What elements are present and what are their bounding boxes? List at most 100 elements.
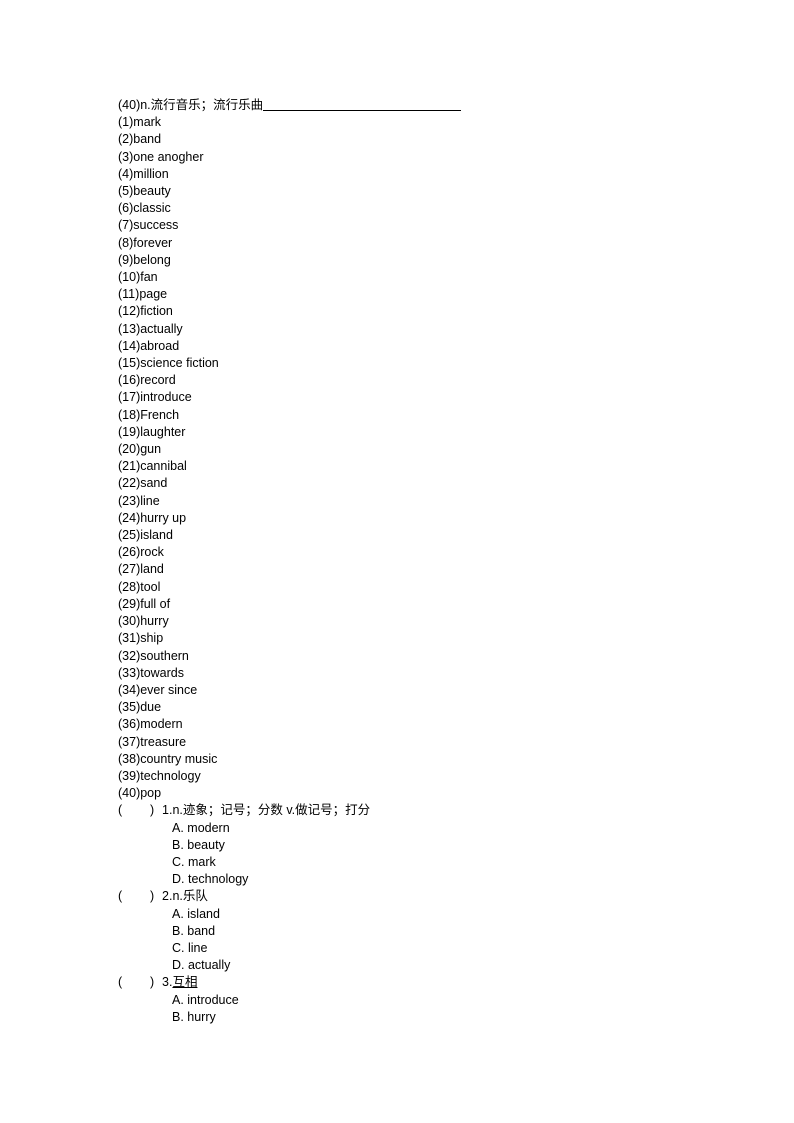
question-option[interactable]: A. modern: [118, 820, 678, 837]
word-item-number: (17): [118, 390, 141, 405]
header-line: (40)n.流行音乐；流行乐曲: [118, 97, 678, 114]
question-line: ( ) 3.互相: [118, 974, 678, 991]
word-item-number: (28): [118, 579, 141, 594]
header-number: (40): [118, 98, 141, 112]
word-list-item: (6)classic: [118, 200, 678, 217]
word-item-number: (32): [118, 648, 141, 663]
word-list-item: (31)ship: [118, 630, 678, 647]
word-list-item: (29)full of: [118, 596, 678, 613]
word-list-item: (2)band: [118, 131, 678, 148]
header-text: n.流行音乐；流行乐曲: [140, 98, 264, 112]
word-list-item: (30)hurry: [118, 613, 678, 630]
question-option[interactable]: B. beauty: [118, 837, 678, 854]
word-item-text: ship: [140, 631, 164, 646]
word-list-item: (10)fan: [118, 269, 678, 286]
word-item-number: (2): [118, 132, 134, 147]
word-item-number: (33): [118, 665, 141, 680]
word-list-item: (7)success: [118, 217, 678, 234]
word-item-number: (20): [118, 442, 141, 457]
question-prompt: n.迹象；记号；分数 v.做记号；打分: [172, 803, 371, 818]
word-item-text: one anogher: [133, 149, 204, 164]
question-option[interactable]: B. hurry: [118, 1009, 678, 1026]
word-item-number: (14): [118, 338, 141, 353]
word-item-number: (1): [118, 115, 134, 130]
answer-blank[interactable]: [263, 99, 462, 111]
word-item-text: cannibal: [140, 459, 187, 474]
word-list-item: (23)line: [118, 493, 678, 510]
word-item-text: country music: [140, 751, 218, 766]
question-number: 1.: [162, 803, 173, 818]
document-page: (40)n.流行音乐；流行乐曲 (1)mark (2)band (3)one ano…: [0, 0, 794, 1123]
word-list-item: (5)beauty: [118, 183, 678, 200]
word-item-text: due: [140, 700, 162, 715]
word-item-number: (19): [118, 424, 141, 439]
question-list: ( ) 1.n.迹象；记号；分数 v.做记号；打分 A. modern B. beau…: [118, 802, 678, 1026]
word-list-item: (12)fiction: [118, 303, 678, 320]
word-item-text: success: [133, 218, 179, 233]
word-item-text: rock: [140, 545, 164, 560]
question-number: 2.: [162, 889, 173, 904]
word-item-text: treasure: [140, 734, 187, 749]
word-list-item: (13)actually: [118, 321, 678, 338]
word-list-item: (8)forever: [118, 235, 678, 252]
word-item-text: French: [140, 407, 180, 422]
word-item-number: (21): [118, 459, 141, 474]
word-item-number: (24): [118, 510, 141, 525]
word-list-item: (34)ever since: [118, 682, 678, 699]
word-list-item: (1)mark: [118, 114, 678, 131]
word-item-text: full of: [140, 596, 171, 611]
question-option[interactable]: A. island: [118, 906, 678, 923]
question-option[interactable]: C. mark: [118, 854, 678, 871]
word-list-item: (20)gun: [118, 441, 678, 458]
word-item-number: (15): [118, 356, 141, 371]
word-item-number: (3): [118, 149, 134, 164]
question-option[interactable]: D. actually: [118, 957, 678, 974]
word-list-item: (3)one anogher: [118, 149, 678, 166]
question-line: ( ) 1.n.迹象；记号；分数 v.做记号；打分: [118, 802, 678, 819]
answer-bracket[interactable]: ( ): [118, 802, 162, 819]
answer-bracket[interactable]: ( ): [118, 974, 162, 991]
word-item-text: page: [139, 287, 168, 302]
word-list-item: (17)introduce: [118, 389, 678, 406]
word-item-text: modern: [140, 717, 183, 732]
word-list-item: (24)hurry up: [118, 510, 678, 527]
word-item-text: classic: [133, 201, 171, 216]
answer-bracket[interactable]: ( ): [118, 888, 162, 905]
word-list-item: (40)pop: [118, 785, 678, 802]
word-list-item: (33)towards: [118, 665, 678, 682]
question-option[interactable]: C. line: [118, 940, 678, 957]
question-option[interactable]: A. introduce: [118, 992, 678, 1009]
word-list-item: (32)southern: [118, 648, 678, 665]
word-item-text: abroad: [140, 338, 180, 353]
word-item-text: band: [133, 132, 162, 147]
word-item-text: ever since: [140, 682, 198, 697]
word-item-text: hurry: [140, 614, 169, 629]
document-content: (40)n.流行音乐；流行乐曲 (1)mark (2)band (3)one ano…: [118, 97, 678, 1026]
word-list-item: (9)belong: [118, 252, 678, 269]
word-item-text: island: [140, 528, 173, 543]
question-prompt: n.乐队: [172, 889, 208, 904]
question-line: ( ) 2.n.乐队: [118, 888, 678, 905]
word-list-item: (14)abroad: [118, 338, 678, 355]
word-item-number: (4): [118, 166, 134, 181]
word-list-item: (35)due: [118, 699, 678, 716]
word-list-item: (28)tool: [118, 579, 678, 596]
word-list-item: (22)sand: [118, 475, 678, 492]
question-option[interactable]: B. band: [118, 923, 678, 940]
word-item-number: (29): [118, 596, 141, 611]
word-item-text: hurry up: [140, 510, 187, 525]
question-option[interactable]: D. technology: [118, 871, 678, 888]
word-item-text: tool: [140, 579, 161, 594]
word-item-text: southern: [140, 648, 189, 663]
word-item-number: (22): [118, 476, 141, 491]
word-list: (1)mark (2)band (3)one anogher (4)million (5…: [118, 114, 678, 802]
word-item-number: (16): [118, 373, 141, 388]
word-list-item: (39)technology: [118, 768, 678, 785]
word-item-text: pop: [140, 786, 162, 801]
word-item-number: (30): [118, 614, 141, 629]
word-item-text: million: [133, 166, 169, 181]
word-list-item: (19)laughter: [118, 424, 678, 441]
word-list-item: (26)rock: [118, 544, 678, 561]
word-item-text: introduce: [140, 390, 192, 405]
word-list-item: (27)land: [118, 561, 678, 578]
